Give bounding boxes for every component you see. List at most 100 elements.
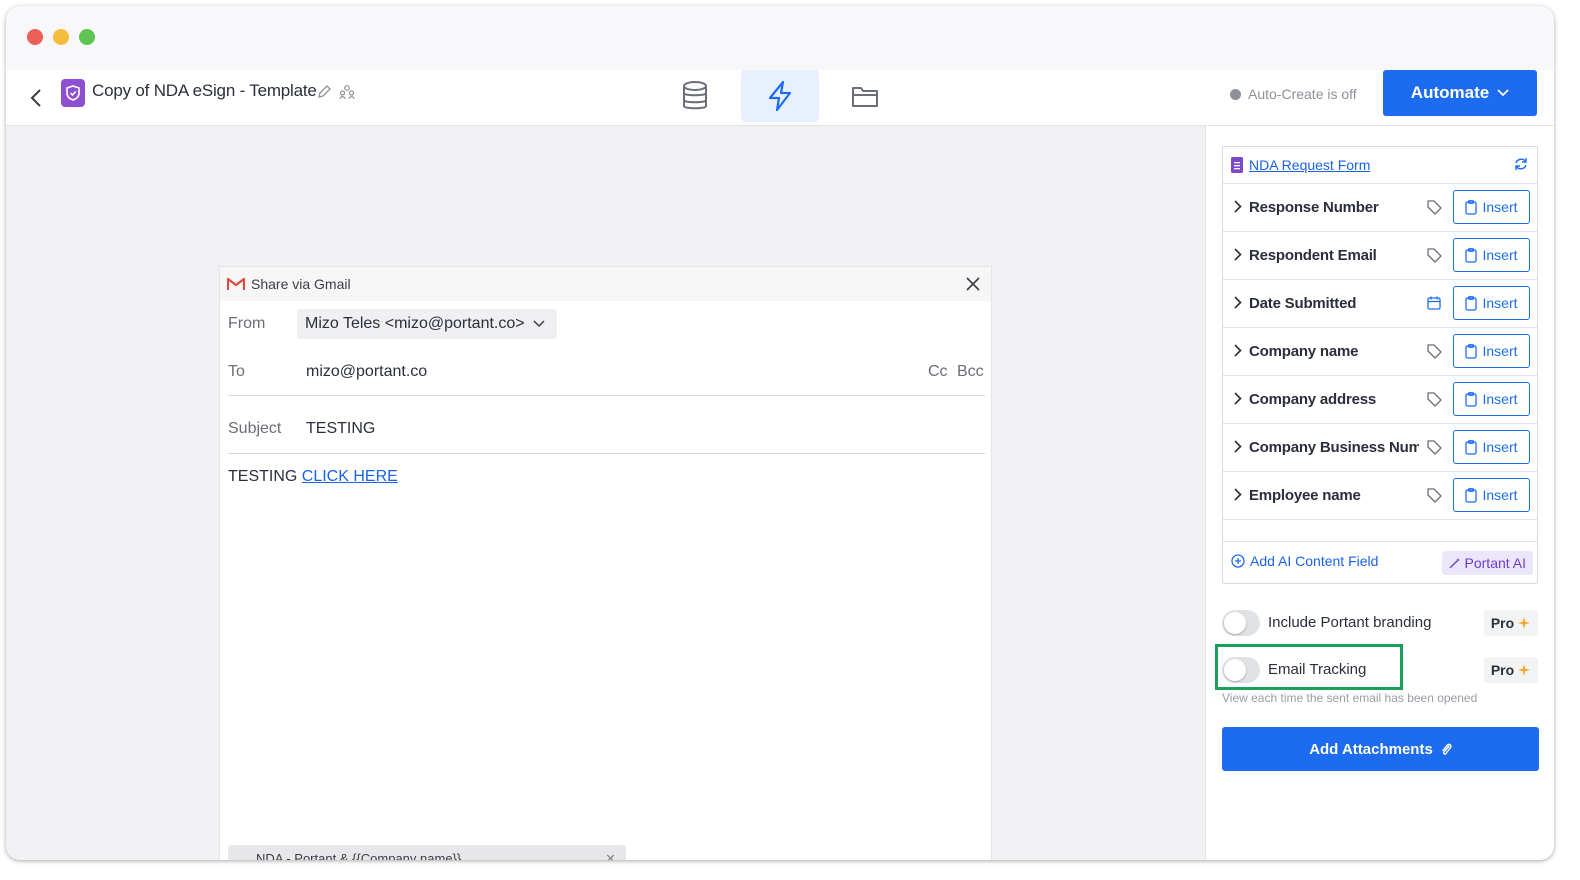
- chevron-right-icon: [1234, 488, 1242, 501]
- database-icon: [683, 81, 707, 110]
- shield-icon: [61, 79, 85, 107]
- insert-button[interactable]: Insert: [1453, 286, 1530, 320]
- subject-field[interactable]: TESTING: [306, 420, 375, 438]
- from-select[interactable]: Mizo Teles <mizo@portant.co>: [297, 309, 557, 339]
- insert-button[interactable]: Insert: [1453, 478, 1530, 512]
- insert-label: Insert: [1482, 439, 1518, 455]
- remove-attachment-icon[interactable]: ✕: [605, 851, 616, 860]
- field-name: Employee name: [1249, 487, 1361, 504]
- gmail-header: Share via Gmail: [220, 267, 991, 301]
- insert-label: Insert: [1482, 295, 1518, 311]
- tab-data-source[interactable]: [656, 70, 734, 122]
- divider: [228, 453, 985, 454]
- tag-icon: [1427, 392, 1442, 407]
- field-row[interactable]: Response Number Insert: [1223, 184, 1537, 232]
- chevron-right-icon: [1234, 296, 1242, 309]
- subject-label: Subject: [228, 420, 282, 437]
- body-link[interactable]: CLICK HERE: [302, 468, 398, 485]
- clipboard-icon: [1465, 487, 1478, 503]
- field-name: Response Number: [1249, 199, 1379, 216]
- insert-button[interactable]: Insert: [1453, 190, 1530, 224]
- share-people-icon[interactable]: [339, 84, 355, 105]
- branding-toggle[interactable]: [1222, 610, 1260, 636]
- pencil-icon[interactable]: [316, 84, 332, 105]
- minimize-window-button[interactable]: [53, 29, 69, 45]
- form-link[interactable]: NDA Request Form: [1249, 157, 1370, 173]
- field-row[interactable]: Respondent Email Insert: [1223, 232, 1537, 280]
- attachment-chip[interactable]: NDA - Portant & {{Company name}} ✕: [228, 845, 626, 860]
- pro-badge: Pro: [1484, 610, 1538, 636]
- editor-canvas: Share via Gmail From Mizo Teles <mizo@po…: [6, 126, 1205, 860]
- to-label: To: [228, 363, 245, 380]
- document-title[interactable]: Copy of NDA eSign - Template: [92, 81, 317, 101]
- tab-files[interactable]: [826, 70, 904, 122]
- insert-label: Insert: [1482, 199, 1518, 215]
- add-attachments-button[interactable]: Add Attachments: [1222, 727, 1539, 771]
- from-label: From: [228, 315, 266, 332]
- branding-label: Include Portant branding: [1268, 614, 1432, 631]
- highlight-box: [1215, 644, 1403, 690]
- insert-label: Insert: [1482, 343, 1518, 359]
- magic-wand-icon: [1449, 558, 1460, 569]
- field-row[interactable]: Date Submitted Insert: [1223, 280, 1537, 328]
- chevron-right-icon: [1234, 344, 1242, 357]
- field-row[interactable]: Employee name Insert: [1223, 472, 1537, 520]
- clipboard-icon: [1465, 391, 1478, 407]
- title-bar: [6, 6, 1554, 70]
- tab-automation[interactable]: [741, 70, 819, 122]
- bcc-button[interactable]: Bcc: [957, 363, 984, 381]
- tag-icon: [1427, 248, 1442, 263]
- sparkle-icon: [1518, 617, 1531, 629]
- insert-button[interactable]: Insert: [1453, 430, 1530, 464]
- field-row[interactable]: Company name Insert: [1223, 328, 1537, 376]
- attachment-name: NDA - Portant & {{Company name}}: [256, 851, 462, 860]
- body-text: TESTING: [228, 468, 302, 485]
- chevron-down-icon: [1497, 89, 1509, 97]
- pro-label: Pro: [1490, 615, 1515, 631]
- chevron-right-icon: [1234, 440, 1242, 453]
- form-fields-box: NDA Request Form Response Number Insert …: [1222, 146, 1538, 584]
- back-icon[interactable]: [26, 84, 46, 112]
- clipboard-icon: [1465, 343, 1478, 359]
- email-body[interactable]: TESTING CLICK HERE: [228, 468, 398, 486]
- portant-ai-button[interactable]: Portant AI: [1441, 551, 1533, 575]
- field-row[interactable]: Company address Insert: [1223, 376, 1537, 424]
- tag-icon: [1427, 440, 1442, 455]
- cc-button[interactable]: Cc: [928, 363, 948, 381]
- add-ai-content-field-button[interactable]: Add AI Content Field: [1231, 553, 1378, 569]
- pro-badge: Pro: [1484, 657, 1538, 683]
- add-ai-label: Add AI Content Field: [1250, 553, 1379, 569]
- plus-circle-icon: [1231, 554, 1245, 568]
- chevron-right-icon: [1234, 248, 1242, 261]
- clipboard-icon: [1465, 247, 1478, 263]
- insert-button[interactable]: Insert: [1453, 382, 1530, 416]
- field-row[interactable]: Company Business Num... Insert: [1223, 424, 1537, 472]
- auto-create-label: Auto-Create is off: [1248, 86, 1357, 102]
- from-value: Mizo Teles <mizo@portant.co>: [305, 315, 525, 332]
- automate-button[interactable]: Automate: [1383, 70, 1537, 116]
- to-field[interactable]: mizo@portant.co: [306, 363, 427, 381]
- automate-label: Automate: [1410, 83, 1490, 102]
- close-window-button[interactable]: [27, 29, 43, 45]
- portant-ai-label: Portant AI: [1464, 555, 1526, 571]
- app-window: Copy of NDA eSign - Template Auto-Create…: [6, 6, 1554, 860]
- auto-create-status[interactable]: Auto-Create is off: [1230, 86, 1357, 102]
- divider: [228, 395, 985, 396]
- sparkle-icon: [1518, 664, 1531, 676]
- maximize-window-button[interactable]: [79, 29, 95, 45]
- field-name: Company address: [1249, 391, 1377, 408]
- field-name: Company name: [1249, 343, 1359, 360]
- pro-label: Pro: [1490, 662, 1515, 678]
- form-box-footer: Add AI Content Field Portant AI: [1223, 541, 1537, 583]
- close-icon[interactable]: [963, 274, 983, 294]
- chevron-right-icon: [1234, 200, 1242, 213]
- settings-panel: NDA Request Form Response Number Insert …: [1205, 126, 1554, 860]
- insert-button[interactable]: Insert: [1453, 238, 1530, 272]
- chevron-down-icon: [533, 320, 545, 328]
- tag-icon: [1427, 200, 1442, 215]
- gmail-compose-panel: Share via Gmail From Mizo Teles <mizo@po…: [219, 266, 992, 860]
- email-tracking-hint: View each time the sent email has been o…: [1222, 691, 1478, 705]
- refresh-icon[interactable]: [1514, 157, 1528, 176]
- insert-button[interactable]: Insert: [1453, 334, 1530, 368]
- clipboard-icon: [1465, 439, 1478, 455]
